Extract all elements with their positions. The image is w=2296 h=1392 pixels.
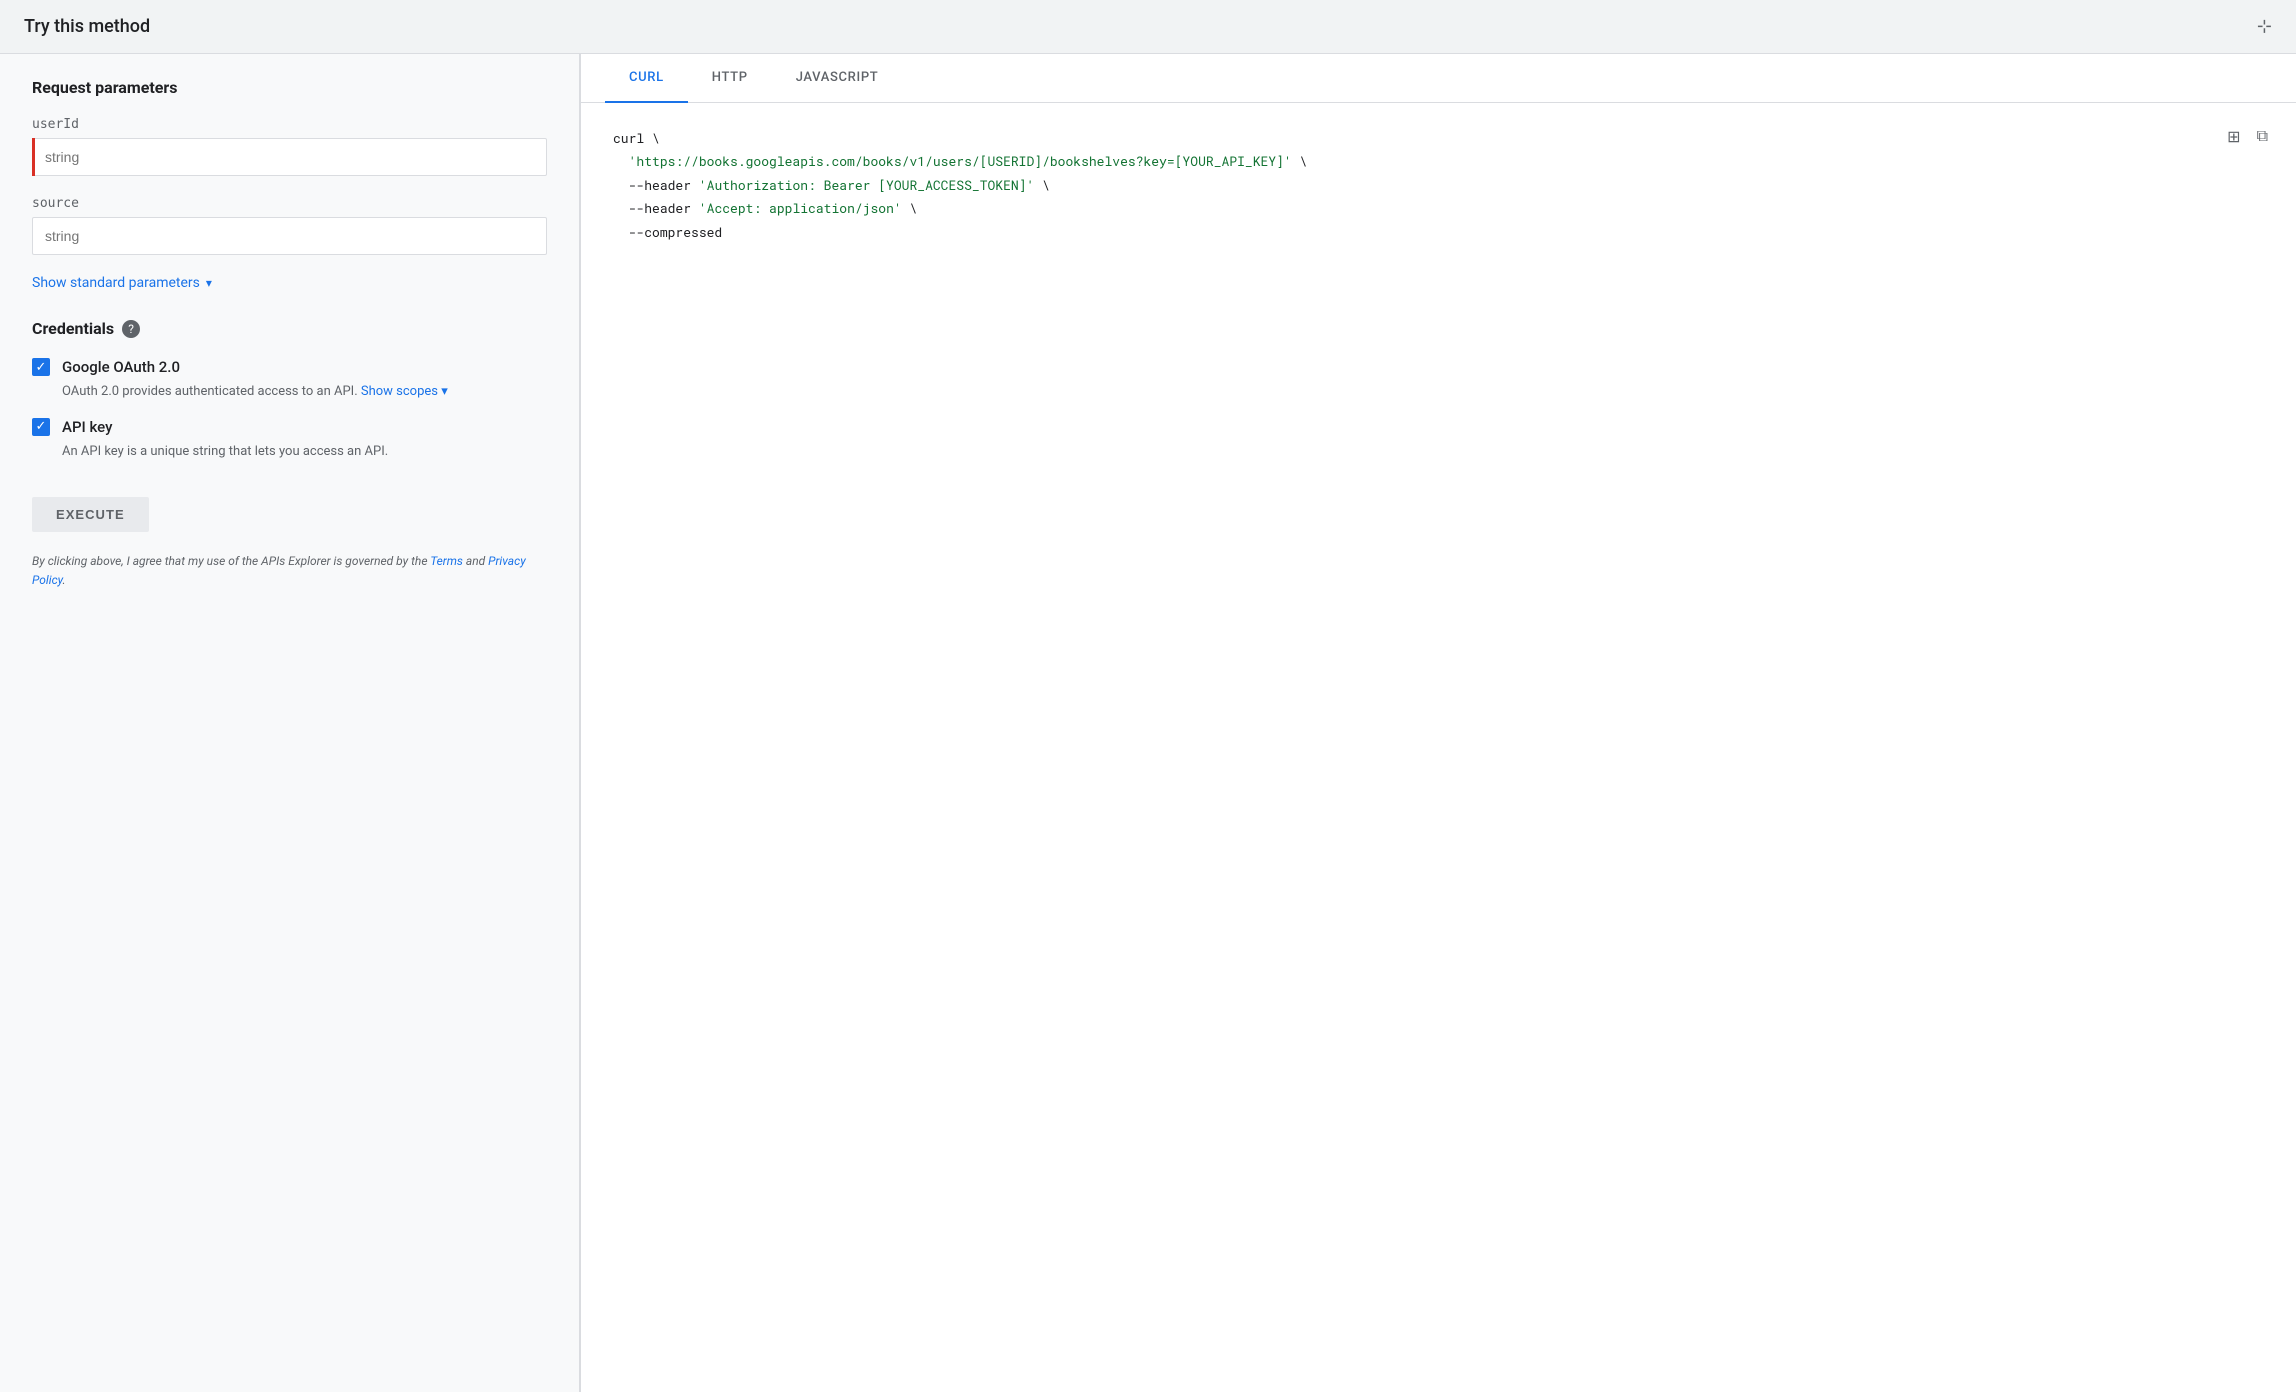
- terms-link[interactable]: Terms: [430, 554, 463, 568]
- param-source-input[interactable]: [32, 217, 547, 255]
- chevron-down-icon: ▾: [206, 276, 212, 290]
- tab-http[interactable]: HTTP: [688, 54, 772, 103]
- apikey-desc: An API key is a unique string that lets …: [62, 442, 547, 462]
- terms-period: .: [63, 573, 66, 587]
- code-toolbar: ⊞ ⧉: [2223, 123, 2272, 151]
- checkbox-check-icon-2: ✓: [36, 420, 47, 433]
- code-expand-button[interactable]: ⊞: [2223, 123, 2244, 151]
- curl-keyword: curl: [613, 129, 644, 147]
- terms-prefix: By clicking above, I agree that my use o…: [32, 554, 430, 568]
- code-copy-button[interactable]: ⧉: [2253, 123, 2272, 151]
- credential-apikey: ✓ API key An API key is a unique string …: [32, 418, 547, 462]
- header: Try this method ⊹: [0, 0, 2296, 54]
- oauth-checkbox[interactable]: ✓: [32, 358, 50, 376]
- right-panel: cURL HTTP JAVASCRIPT ⊞ ⧉ curl \ 'https:/…: [581, 54, 2296, 1392]
- oauth-desc: OAuth 2.0 provides authenticated access …: [62, 382, 547, 402]
- terms-text: By clicking above, I agree that my use o…: [32, 552, 532, 590]
- param-userid: userId: [32, 117, 547, 176]
- oauth-name: Google OAuth 2.0: [62, 358, 180, 376]
- param-userid-input[interactable]: [32, 138, 547, 176]
- param-source-wrapper: [32, 217, 547, 255]
- page-title: Try this method: [24, 16, 150, 37]
- curl-space-1: [691, 176, 699, 194]
- tab-javascript[interactable]: JAVASCRIPT: [772, 54, 903, 103]
- curl-url: 'https://books.googleapis.com/books/v1/u…: [629, 152, 1292, 170]
- credential-apikey-row: ✓ API key: [32, 418, 547, 436]
- request-params-title: Request parameters: [32, 78, 547, 97]
- terms-and: and: [463, 554, 488, 568]
- expand-icon[interactable]: ⊹: [2257, 16, 2272, 37]
- curl-compressed-flag: --compressed: [629, 223, 723, 241]
- code-block: curl \ 'https://books.googleapis.com/boo…: [613, 127, 2264, 244]
- credentials-title: Credentials: [32, 319, 114, 338]
- param-userid-label: userId: [32, 117, 547, 132]
- param-source: source: [32, 196, 547, 255]
- code-area: ⊞ ⧉ curl \ 'https://books.googleapis.com…: [581, 103, 2296, 1392]
- show-scopes-link[interactable]: Show scopes ▾: [361, 384, 448, 399]
- apikey-checkbox[interactable]: ✓: [32, 418, 50, 436]
- curl-accept-header: 'Accept: application/json': [699, 199, 902, 217]
- credential-oauth-row: ✓ Google OAuth 2.0: [32, 358, 547, 376]
- main-content: Request parameters userId source Show st…: [0, 54, 2296, 1392]
- show-params-label: Show standard parameters: [32, 275, 200, 291]
- curl-space-2: [691, 199, 699, 217]
- left-panel: Request parameters userId source Show st…: [0, 54, 580, 1392]
- param-source-label: source: [32, 196, 547, 211]
- curl-header-flag-1: --header: [629, 176, 691, 194]
- show-standard-params-link[interactable]: Show standard parameters ▾: [32, 275, 547, 291]
- curl-auth-header: 'Authorization: Bearer [YOUR_ACCESS_TOKE…: [699, 176, 1034, 194]
- credentials-help-icon[interactable]: ?: [122, 320, 140, 338]
- checkbox-check-icon: ✓: [36, 361, 47, 374]
- credentials-section: Credentials ? ✓ Google OAuth 2.0 OAuth 2…: [32, 319, 547, 461]
- credentials-header: Credentials ?: [32, 319, 547, 338]
- tab-curl[interactable]: cURL: [605, 54, 688, 103]
- curl-header-flag-2: --header: [629, 199, 691, 217]
- app-container: Try this method ⊹ Request parameters use…: [0, 0, 2296, 1392]
- execute-button[interactable]: EXECUTE: [32, 497, 149, 532]
- param-userid-wrapper: [32, 138, 547, 176]
- code-tabs: cURL HTTP JAVASCRIPT: [581, 54, 2296, 103]
- credential-oauth: ✓ Google OAuth 2.0 OAuth 2.0 provides au…: [32, 358, 547, 402]
- apikey-name: API key: [62, 418, 112, 436]
